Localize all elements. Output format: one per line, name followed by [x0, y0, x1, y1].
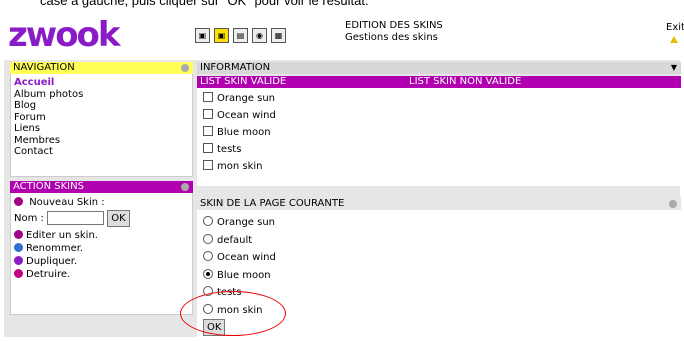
logo: zwook	[8, 15, 121, 55]
radio-option[interactable]: default	[203, 232, 678, 250]
action-edit[interactable]: Editer un skin.	[14, 229, 189, 242]
left-column: NAVIGATION Accueil Album photos Blog For…	[10, 62, 193, 315]
skin-list-header: LIST SKIN VALIDE LIST SKIN NON VALIDE	[197, 76, 681, 88]
radio-button[interactable]	[203, 216, 213, 226]
radio-option[interactable]: Ocean wind	[203, 249, 678, 267]
current-skin-header: SKIN DE LA PAGE COURANTE	[197, 197, 681, 210]
exit-icon[interactable]	[670, 36, 678, 43]
tool-icon-5[interactable]: ▦	[271, 28, 286, 43]
collapse-icon[interactable]	[181, 64, 189, 72]
actions-header: ACTION SKINS	[10, 181, 193, 193]
radio-button[interactable]	[203, 233, 213, 244]
collapse-icon[interactable]	[181, 183, 189, 191]
list-item[interactable]: Ocean wind	[203, 107, 678, 124]
tool-icon-3[interactable]: ▤	[233, 28, 248, 43]
create-ok-button[interactable]: OK	[107, 209, 130, 227]
navigation-list: Accueil Album photos Blog Forum Liens Me…	[10, 74, 193, 177]
skin-checkbox[interactable]	[203, 126, 213, 136]
list-item[interactable]: mon skin	[203, 158, 678, 175]
nav-item-album[interactable]: Album photos	[14, 89, 189, 101]
skin-name-input[interactable]	[47, 211, 105, 225]
duplicate-icon	[14, 256, 23, 265]
valid-skin-list: Orange sun Ocean wind Blue moon tests mo…	[197, 88, 681, 186]
nav-item-accueil[interactable]: Accueil	[14, 77, 189, 89]
information-header: INFORMATION ▼	[197, 62, 681, 74]
radio-option[interactable]: Orange sun	[203, 214, 678, 232]
skin-checkbox[interactable]	[203, 160, 213, 170]
rename-icon	[14, 243, 23, 252]
list-item[interactable]: Blue moon	[203, 124, 678, 141]
radio-button[interactable]	[203, 251, 213, 261]
nom-row: Nom : OK	[14, 209, 189, 229]
nav-item-blog[interactable]: Blog	[14, 100, 189, 112]
nav-item-forum[interactable]: Forum	[14, 112, 189, 124]
page-subtitle: Gestions des skins	[345, 32, 438, 43]
list-item[interactable]: Orange sun	[203, 90, 678, 107]
collapse-icon[interactable]	[669, 200, 677, 208]
plus-icon	[14, 197, 23, 206]
delete-icon	[14, 269, 23, 278]
new-skin-row: Nouveau Skin :	[14, 196, 189, 209]
highlight-annotation	[180, 291, 286, 336]
nav-item-contact[interactable]: Contact	[14, 146, 189, 158]
top-caption: case à gauche, puis cliquer sur "OK" pou…	[40, 0, 369, 8]
navigation-header: NAVIGATION	[10, 62, 193, 74]
skin-checkbox[interactable]	[203, 143, 213, 153]
action-delete[interactable]: Detruire.	[14, 268, 189, 281]
actions-panel: Nouveau Skin : Nom : OK Editer un skin. …	[10, 193, 193, 315]
skin-checkbox[interactable]	[203, 109, 213, 119]
header: zwook ▣ ▣ ▤ ◉ ▦ EDITION DES SKINS Gestio…	[0, 10, 684, 60]
nav-item-liens[interactable]: Liens	[14, 123, 189, 135]
radio-button-selected[interactable]	[203, 268, 213, 279]
page-title: EDITION DES SKINS	[345, 20, 443, 31]
tool-icon-2[interactable]: ▣	[214, 28, 229, 43]
action-duplicate[interactable]: Dupliquer.	[14, 255, 189, 268]
chevron-down-icon[interactable]: ▼	[671, 62, 677, 74]
edit-icon	[14, 230, 23, 239]
list-item[interactable]: tests	[203, 141, 678, 158]
exit-link[interactable]: Exit	[666, 22, 684, 33]
nav-item-membres[interactable]: Membres	[14, 135, 189, 147]
skin-checkbox[interactable]	[203, 92, 213, 102]
toolbar: ▣ ▣ ▤ ◉ ▦	[195, 28, 286, 43]
action-rename[interactable]: Renommer.	[14, 242, 189, 255]
tool-icon-4[interactable]: ◉	[252, 28, 267, 43]
radio-option[interactable]: Blue moon	[203, 267, 678, 285]
tool-icon-1[interactable]: ▣	[195, 28, 210, 43]
